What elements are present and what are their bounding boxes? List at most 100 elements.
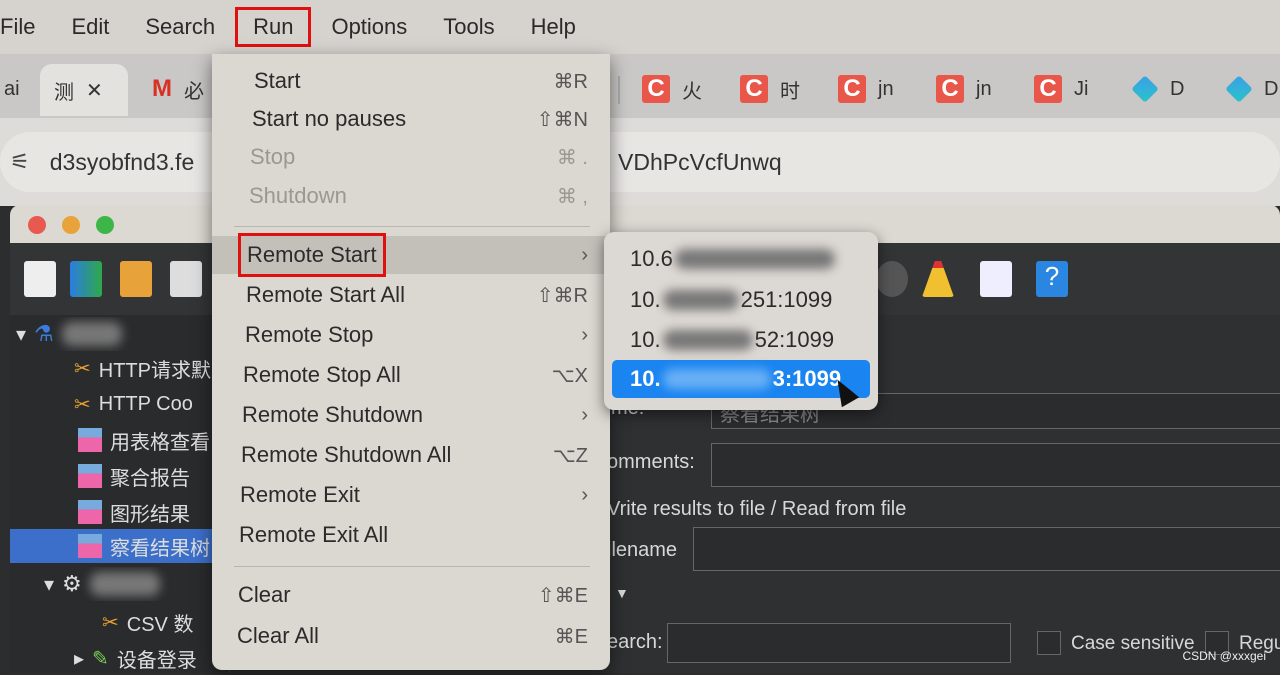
section-title: Vrite results to file / Read from file: [607, 498, 907, 520]
close-window-button[interactable]: [28, 216, 46, 234]
comments-field[interactable]: [711, 443, 1280, 487]
expand-arrow-icon[interactable]: ▾: [44, 572, 54, 597]
redacted-label: [89, 572, 160, 596]
tree-node[interactable]: ✂ CSV 数: [10, 605, 230, 639]
run-menu-dropdown: Start ⌘R Start no pauses ⇧⌘N Stop ⌘ . Shutd…: [212, 54, 610, 670]
menu-separator: [234, 566, 590, 567]
menu-options[interactable]: Options: [313, 7, 425, 47]
tab-divider: [618, 76, 620, 104]
redacted-label: [61, 322, 122, 346]
close-icon[interactable]: ✕: [86, 78, 103, 103]
tree-label: 聚合报告: [110, 467, 190, 490]
menu-item-remote-exit-all[interactable]: Remote Exit All: [212, 516, 610, 554]
tree-node[interactable]: ✂ HTTP请求默: [10, 351, 230, 385]
menu-item-clear[interactable]: Clear ⇧⌘E: [212, 576, 610, 614]
filename-label: ilename: [607, 539, 678, 561]
tree-node-thread-group[interactable]: ▾ ⚙: [10, 567, 230, 601]
menu-edit[interactable]: Edit: [53, 7, 127, 47]
tree-node[interactable]: 图形结果: [10, 495, 230, 529]
minimize-window-button[interactable]: [62, 216, 80, 234]
tab-label: 火: [682, 80, 702, 103]
tree-label: HTTP请求默: [98, 359, 211, 382]
address-text: d3syobfnd3.fe: [49, 148, 195, 175]
menu-item-start-no-pauses[interactable]: Start no pauses ⇧⌘N: [212, 100, 610, 138]
host-prefix: 10.: [630, 287, 661, 312]
browser-tab[interactable]: ai: [4, 66, 20, 112]
menu-item-clear-all[interactable]: Clear All ⌘E: [212, 617, 610, 655]
menu-bar: File Edit Search Run Options Tools Help: [0, 0, 1280, 54]
csdn-icon: C: [740, 75, 768, 103]
tree-node[interactable]: 用表格查看: [10, 423, 230, 457]
chevron-right-icon: ›: [581, 243, 588, 266]
open-icon[interactable]: [120, 261, 152, 297]
case-sensitive-checkbox[interactable]: [1037, 631, 1061, 655]
menu-item-remote-start[interactable]: Remote Start ›: [212, 233, 610, 277]
address-bar[interactable]: ⚟ d3syobfnd3.fe VDhPcVcfUnwq: [0, 132, 1280, 192]
templates-icon[interactable]: [70, 261, 102, 297]
chevron-right-icon: ›: [581, 403, 588, 426]
host-prefix: 10.: [630, 327, 661, 352]
menu-item-stop: Stop ⌘ .: [250, 144, 588, 169]
watermark: CSDN @xxxgei: [1182, 649, 1266, 663]
browser-tab[interactable]: C时: [740, 66, 800, 112]
expand-arrow-icon[interactable]: ▾: [16, 322, 26, 347]
menu-item-start[interactable]: Start ⌘R: [212, 62, 610, 100]
browser-tab[interactable]: C火: [642, 66, 702, 112]
redacted-ip: [674, 249, 835, 269]
menu-item-shutdown: Shutdown ⌘ ,: [249, 183, 588, 208]
browser-tab[interactable]: C Ji: [1034, 66, 1088, 112]
browser-tab[interactable]: D: [1225, 66, 1278, 112]
csdn-icon: C: [936, 75, 964, 103]
menu-item-remote-stop[interactable]: Remote Stop ›: [212, 316, 610, 354]
function-helper-icon[interactable]: [980, 261, 1012, 297]
site-settings-icon[interactable]: ⚟: [10, 149, 30, 175]
menu-tools[interactable]: Tools: [425, 7, 512, 47]
remote-host-item-selected[interactable]: 10. 3:1099: [612, 360, 870, 398]
remote-host-item[interactable]: 10. 52:1099: [612, 321, 870, 359]
menu-item-remote-shutdown[interactable]: Remote Shutdown ›: [212, 396, 610, 434]
browser-tab[interactable]: Cjn: [936, 66, 992, 112]
csdn-icon: C: [1034, 75, 1062, 103]
menu-search[interactable]: Search: [127, 7, 233, 47]
tab-label: jn: [878, 77, 894, 100]
browser-tab[interactable]: D: [1131, 66, 1184, 112]
listener-icon: [78, 500, 102, 524]
case-sensitive-label: Case sensitive: [1071, 633, 1195, 654]
dropdown-arrow-icon[interactable]: ▼: [615, 585, 629, 601]
browser-tab[interactable]: M必: [152, 66, 204, 112]
menu-item-remote-shutdown-all[interactable]: Remote Shutdown All ⌥Z: [212, 436, 610, 474]
save-icon[interactable]: [170, 261, 202, 297]
new-icon[interactable]: [24, 261, 56, 297]
tree-label: 用表格查看: [110, 431, 210, 454]
browser-tab[interactable]: Cjn: [838, 66, 894, 112]
search-field[interactable]: [667, 623, 1011, 663]
app-icon: [1131, 75, 1159, 103]
menu-run[interactable]: Run: [235, 7, 312, 47]
menu-file[interactable]: File: [0, 7, 53, 47]
tree-node-test-plan[interactable]: ▾ ⚗: [10, 317, 230, 351]
menu-item-remote-start-all[interactable]: Remote Start All ⇧⌘R: [212, 276, 610, 314]
tree-node-selected[interactable]: 察看结果树: [10, 529, 230, 563]
clear-all-broom-icon[interactable]: [922, 261, 954, 297]
help-icon[interactable]: ?: [1036, 261, 1068, 297]
menu-item-remote-exit[interactable]: Remote Exit ›: [212, 476, 610, 514]
browser-tab-active[interactable]: 测 ✕: [40, 64, 128, 116]
menu-separator: [234, 226, 590, 227]
expand-arrow-icon[interactable]: ▸: [74, 646, 84, 671]
search-binoculars-icon[interactable]: [876, 261, 908, 297]
zoom-window-button[interactable]: [96, 216, 114, 234]
remote-host-item[interactable]: 10. 251:1099: [612, 281, 870, 319]
host-prefix: 10.: [630, 366, 661, 391]
tree-node[interactable]: 聚合报告: [10, 459, 230, 493]
filename-field[interactable]: [693, 527, 1280, 571]
menu-item-remote-stop-all[interactable]: Remote Stop All ⌥X: [212, 356, 610, 394]
wrench-icon: ✂: [74, 357, 91, 380]
tab-label: Ji: [1074, 77, 1089, 100]
remote-host-item[interactable]: 10.6: [612, 240, 870, 278]
menu-help[interactable]: Help: [513, 7, 594, 47]
gear-icon: ⚙: [62, 571, 82, 596]
tree-node[interactable]: ✂ HTTP Coo: [10, 387, 230, 421]
search-label: earch:: [607, 631, 663, 653]
app-icon: [1225, 75, 1253, 103]
tree-node[interactable]: ▸ ✎ 设备登录: [10, 641, 230, 675]
